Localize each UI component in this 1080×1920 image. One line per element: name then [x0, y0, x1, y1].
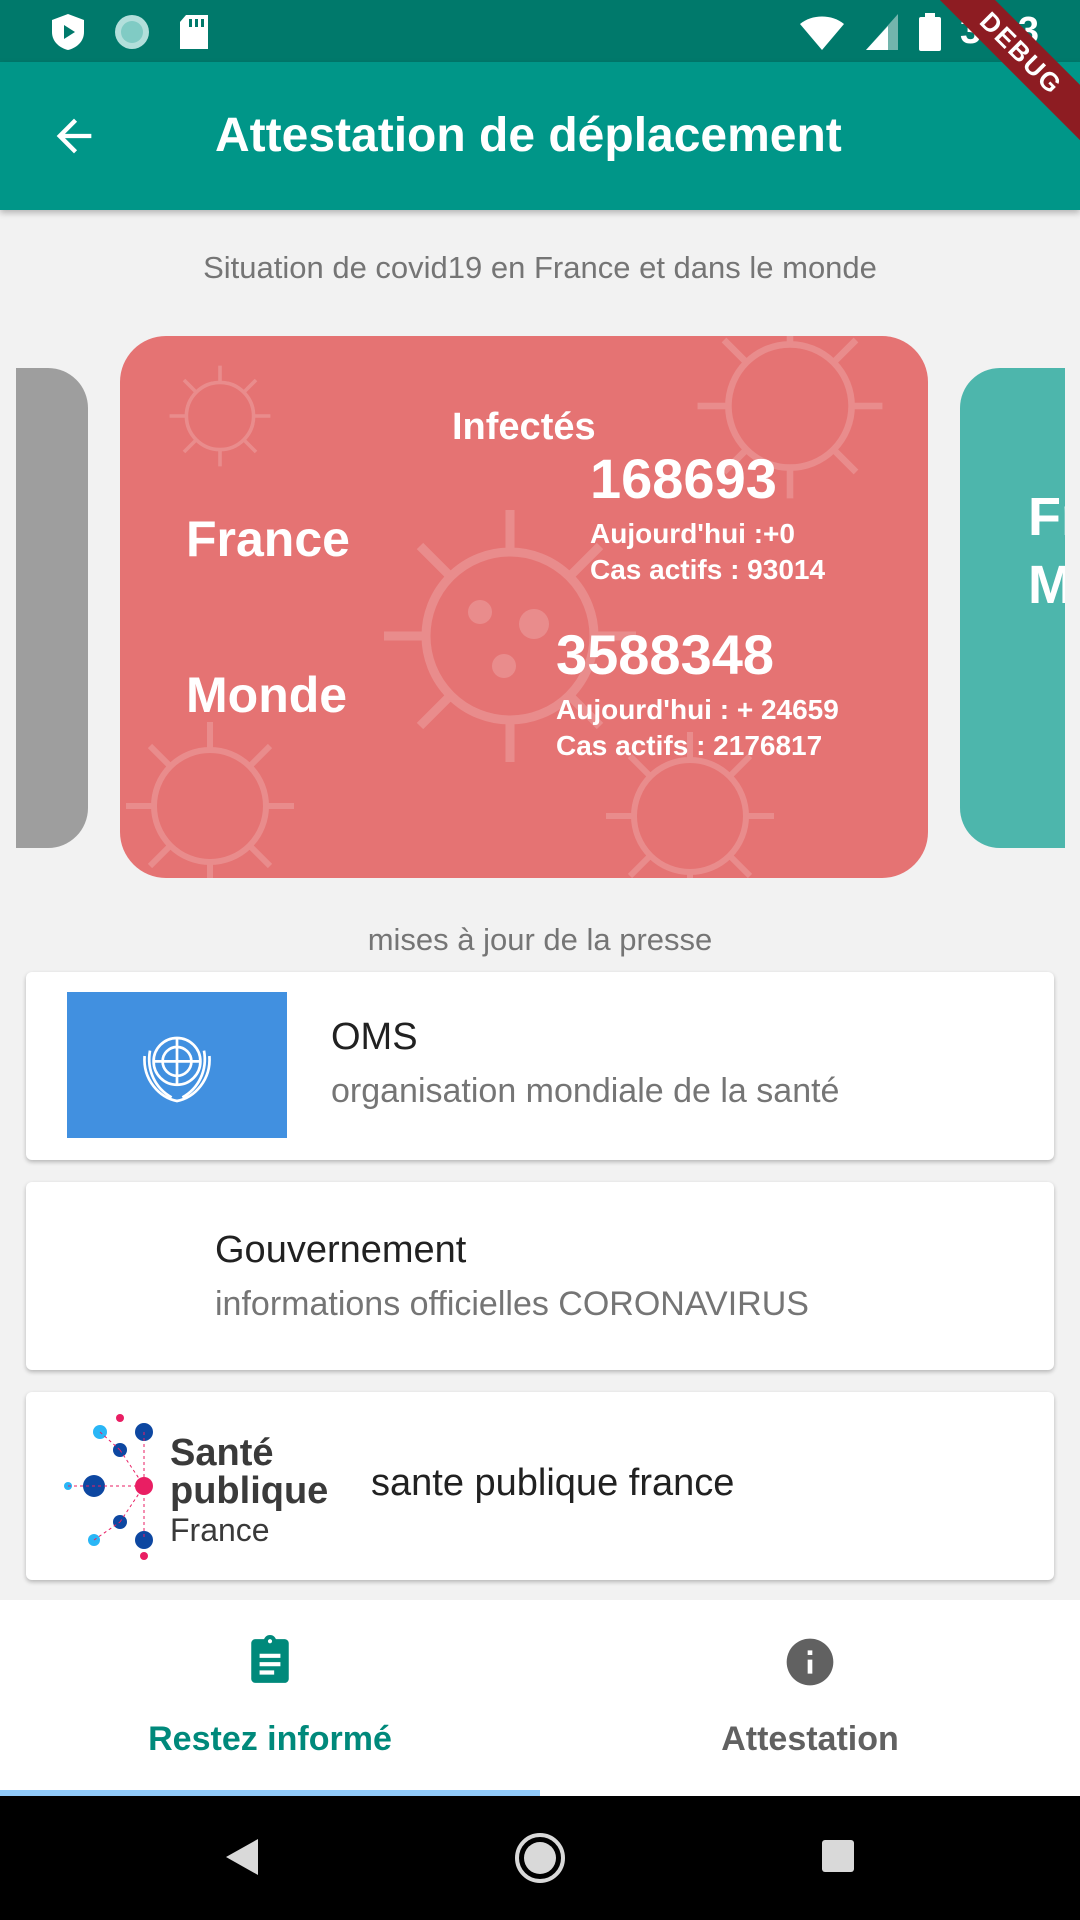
un-flag-image: [67, 992, 287, 1138]
sync-icon: [115, 15, 149, 49]
world-total: 3588348: [556, 623, 775, 686]
press-item-gouvernement[interactable]: Gouvernement informations officielles CO…: [26, 1182, 1054, 1370]
nav-item-attestation[interactable]: Attestation: [540, 1600, 1080, 1796]
press-item-name: Gouvernement: [215, 1229, 467, 1271]
peek-line-1: Fr: [1028, 487, 1065, 547]
press-item-name: sante publique france: [371, 1462, 735, 1504]
logo-line-1: Santé: [170, 1432, 274, 1474]
peek-line-2: M: [1028, 555, 1065, 615]
carousel-card-previous[interactable]: [16, 368, 88, 848]
press-item-description: informations officielles CORONAVIRUS: [215, 1285, 809, 1323]
france-total: 168693: [590, 447, 777, 510]
press-item-oms[interactable]: OMS organisation mondiale de la santé: [26, 972, 1054, 1160]
dots-graphic-icon: [64, 1414, 153, 1560]
shield-play-icon: [52, 14, 84, 50]
back-arrow-icon[interactable]: [48, 110, 100, 162]
carousel-card-infected[interactable]: Infectés France 168693 Aujourd'hui :+0 C…: [120, 336, 928, 878]
app-bar: Attestation de déplacement: [0, 62, 1080, 210]
home-circle-icon[interactable]: [514, 1832, 566, 1884]
wifi-icon: [799, 16, 844, 50]
world-today: Aujourd'hui : + 24659: [556, 694, 839, 725]
press-section-title: mises à jour de la presse: [367, 922, 713, 957]
world-active: Cas actifs : 2176817: [556, 730, 823, 761]
world-label: Monde: [186, 667, 348, 723]
logo-line-3: France: [170, 1512, 270, 1548]
section-subtitle: Situation de covid19 en France et dans l…: [203, 250, 877, 285]
france-today: Aujourd'hui :+0: [590, 518, 795, 549]
carousel-card-next[interactable]: Fr M: [960, 368, 1065, 848]
virus-icon: [126, 722, 294, 878]
system-navigation-bar: [0, 1796, 1080, 1920]
press-item-name: OMS: [331, 1016, 418, 1058]
infected-title: Infectés: [452, 406, 596, 448]
info-icon: [786, 1638, 834, 1686]
bottom-navigation: Restez informé Attestation: [0, 1600, 1080, 1796]
debug-banner: DEBUG: [930, 0, 1080, 150]
press-item-sante-publique[interactable]: Santé publique France sante publique fra…: [26, 1392, 1054, 1580]
logo-line-2: publique: [170, 1470, 329, 1512]
back-triangle-icon[interactable]: [222, 1836, 262, 1878]
sante-publique-logo: Santé publique France: [64, 1410, 364, 1560]
un-emblem-icon: [143, 1036, 211, 1103]
status-bar: 3:23: [0, 0, 1080, 62]
recents-square-icon[interactable]: [820, 1838, 856, 1874]
france-label: France: [186, 511, 350, 567]
sd-card-icon: [180, 15, 208, 49]
nav-label: Attestation: [721, 1720, 899, 1758]
france-active: Cas actifs : 93014: [590, 554, 826, 585]
press-item-description: organisation mondiale de la santé: [331, 1072, 840, 1110]
virus-icon: [169, 365, 271, 467]
nav-item-restez-informe[interactable]: Restez informé: [0, 1600, 540, 1796]
page-title: Attestation de déplacement: [215, 109, 842, 162]
clipboard-icon: [251, 1635, 289, 1683]
nav-label: Restez informé: [148, 1720, 392, 1758]
cell-signal-icon: [865, 13, 898, 50]
